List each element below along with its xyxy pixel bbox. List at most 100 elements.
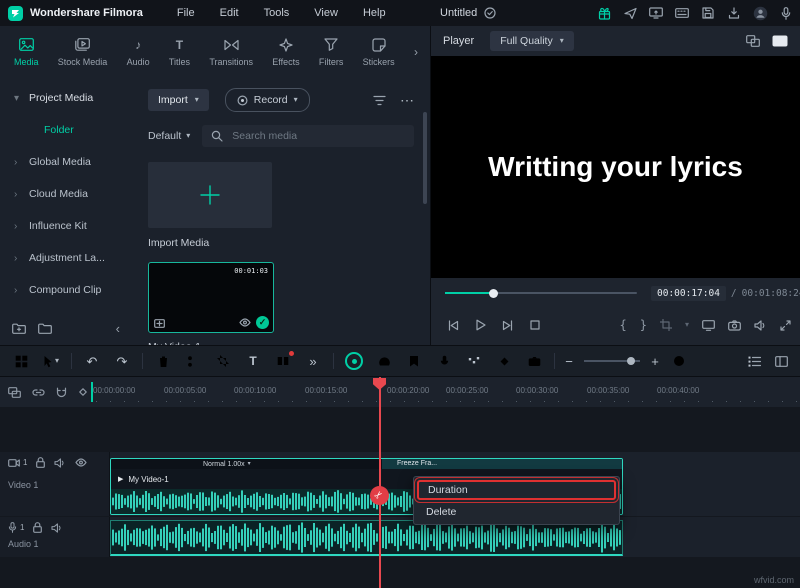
keyboard-icon[interactable] <box>674 5 690 21</box>
keyframe-button[interactable] <box>489 346 519 376</box>
screen-share-icon[interactable] <box>648 5 664 21</box>
lock-track-icon[interactable] <box>33 522 42 533</box>
zoom-out-button[interactable]: − <box>560 346 578 376</box>
redo-button[interactable]: ↷ <box>107 346 137 376</box>
timeline-zoom-slider[interactable] <box>584 360 640 362</box>
manage-tracks-icon[interactable] <box>8 387 21 398</box>
sidebar-item-global-media[interactable]: › Global Media <box>0 146 128 178</box>
undo-button[interactable]: ↶ <box>77 346 107 376</box>
menu-file[interactable]: File <box>177 7 195 19</box>
microphone-icon[interactable] <box>778 5 794 21</box>
menu-view[interactable]: View <box>314 7 338 19</box>
timeline-layout-icon[interactable] <box>775 356 788 367</box>
context-menu-item-delete[interactable]: Delete <box>414 502 619 522</box>
tab-stickers[interactable]: Stickers <box>363 38 395 67</box>
lock-track-icon[interactable] <box>36 457 45 468</box>
preview-eye-icon[interactable] <box>239 318 251 327</box>
mark-out-button[interactable]: } <box>640 318 647 332</box>
avatar[interactable] <box>752 5 768 21</box>
speech-to-text-button[interactable] <box>339 346 369 376</box>
marker-button[interactable] <box>399 346 429 376</box>
menu-edit[interactable]: Edit <box>220 7 239 19</box>
export-frame-button[interactable] <box>519 346 549 376</box>
tab-filters[interactable]: Filters <box>319 38 344 67</box>
play-button[interactable] <box>475 319 486 331</box>
send-icon[interactable] <box>622 5 638 21</box>
new-folder-icon[interactable] <box>12 323 26 334</box>
media-clip-thumbnail[interactable]: 00:01:03 ✓ <box>148 262 274 333</box>
menu-tools[interactable]: Tools <box>264 7 290 19</box>
more-options-icon[interactable]: ⋯ <box>400 92 414 109</box>
video-preview[interactable]: Writting your lyrics <box>431 56 800 278</box>
context-menu-item-duration[interactable]: Duration <box>417 480 616 500</box>
import-button[interactable]: Import ▾ <box>148 89 209 111</box>
timeline-tracks[interactable]: 1 Video 1 1 Audio 1 <box>0 407 800 588</box>
export-icon[interactable] <box>726 5 742 21</box>
timeline-ruler[interactable]: 00:00:00:00 00:00:05:00 00:00:10:00 00:0… <box>0 377 800 407</box>
zoom-to-fit-button[interactable] <box>664 346 694 376</box>
sort-dropdown[interactable]: Default ▾ <box>148 130 190 142</box>
speed-button[interactable] <box>369 346 399 376</box>
more-tabs-chevron-icon[interactable]: › <box>414 45 418 59</box>
scrollbar[interactable] <box>423 112 427 204</box>
seek-bar[interactable] <box>445 292 637 294</box>
search-input[interactable] <box>230 129 405 143</box>
hide-track-icon[interactable] <box>75 458 87 467</box>
previous-frame-button[interactable] <box>447 320 459 331</box>
preview-card-icon[interactable] <box>772 35 788 47</box>
tab-effects[interactable]: Effects <box>272 38 299 67</box>
panel-layout-button[interactable] <box>6 346 36 376</box>
gift-icon[interactable] <box>596 5 612 21</box>
folder-icon[interactable] <box>38 323 52 334</box>
sidebar-item-project-media[interactable]: ▾ Project Media <box>0 82 128 114</box>
voiceover-button[interactable] <box>429 346 459 376</box>
record-button[interactable]: Record ▾ <box>225 88 310 112</box>
keyframe-diamond-icon[interactable] <box>78 387 88 397</box>
split-scissors-button[interactable] <box>178 346 208 376</box>
zoom-in-button[interactable]: + <box>646 346 664 376</box>
collapse-panel-button[interactable]: ‹ <box>116 322 120 335</box>
tab-audio[interactable]: ♪ Audio <box>127 38 150 67</box>
chevron-down-icon[interactable]: ▾ <box>685 321 689 329</box>
sidebar-item-influence-kit[interactable]: › Influence Kit <box>0 210 128 242</box>
multi-view-icon[interactable] <box>746 35 760 47</box>
save-icon[interactable] <box>700 5 716 21</box>
filter-icon[interactable] <box>373 95 386 106</box>
crop-view-button[interactable] <box>660 319 672 331</box>
mute-track-icon[interactable] <box>51 523 63 533</box>
quality-dropdown[interactable]: Full Quality ▾ <box>490 31 574 51</box>
import-media-tile[interactable] <box>148 162 272 228</box>
volume-button[interactable] <box>754 320 767 331</box>
snap-magnet-icon[interactable] <box>56 387 67 398</box>
mask-tool-button[interactable] <box>268 346 298 376</box>
select-tool-button[interactable]: ▾ <box>36 346 66 376</box>
text-tool-button[interactable]: T <box>238 346 268 376</box>
project-name[interactable]: Untitled <box>440 7 477 19</box>
mark-in-button[interactable]: { <box>620 318 627 332</box>
more-tools-button[interactable]: » <box>298 346 328 376</box>
tab-media[interactable]: Media <box>14 38 39 67</box>
track-manager-icon[interactable] <box>748 356 761 367</box>
zoom-slider-handle[interactable] <box>627 357 635 365</box>
mute-track-icon[interactable] <box>54 458 66 468</box>
sidebar-item-cloud-media[interactable]: › Cloud Media <box>0 178 128 210</box>
sidebar-item-folder[interactable]: Folder <box>0 114 128 146</box>
tab-titles[interactable]: T Titles <box>169 38 190 67</box>
delete-button[interactable] <box>148 346 178 376</box>
next-frame-button[interactable] <box>502 320 514 331</box>
tab-transitions[interactable]: Transitions <box>209 38 253 67</box>
link-clips-icon[interactable] <box>32 389 45 396</box>
fullscreen-button[interactable] <box>780 320 791 331</box>
menu-help[interactable]: Help <box>363 7 386 19</box>
tab-stock-media[interactable]: Stock Media <box>58 38 108 67</box>
stop-button[interactable] <box>530 320 540 330</box>
crop-button[interactable] <box>208 346 238 376</box>
sidebar-item-adjustment-layer[interactable]: › Adjustment La... <box>0 242 128 274</box>
audio-mixer-button[interactable] <box>459 346 489 376</box>
playhead-split-badge[interactable]: ✂ <box>370 486 389 505</box>
playhead-line[interactable] <box>379 377 381 588</box>
display-mode-button[interactable] <box>702 320 715 331</box>
snapshot-button[interactable] <box>728 320 741 331</box>
seek-bar-handle[interactable] <box>489 289 498 298</box>
sidebar-item-compound-clip[interactable]: › Compound Clip <box>0 274 128 306</box>
